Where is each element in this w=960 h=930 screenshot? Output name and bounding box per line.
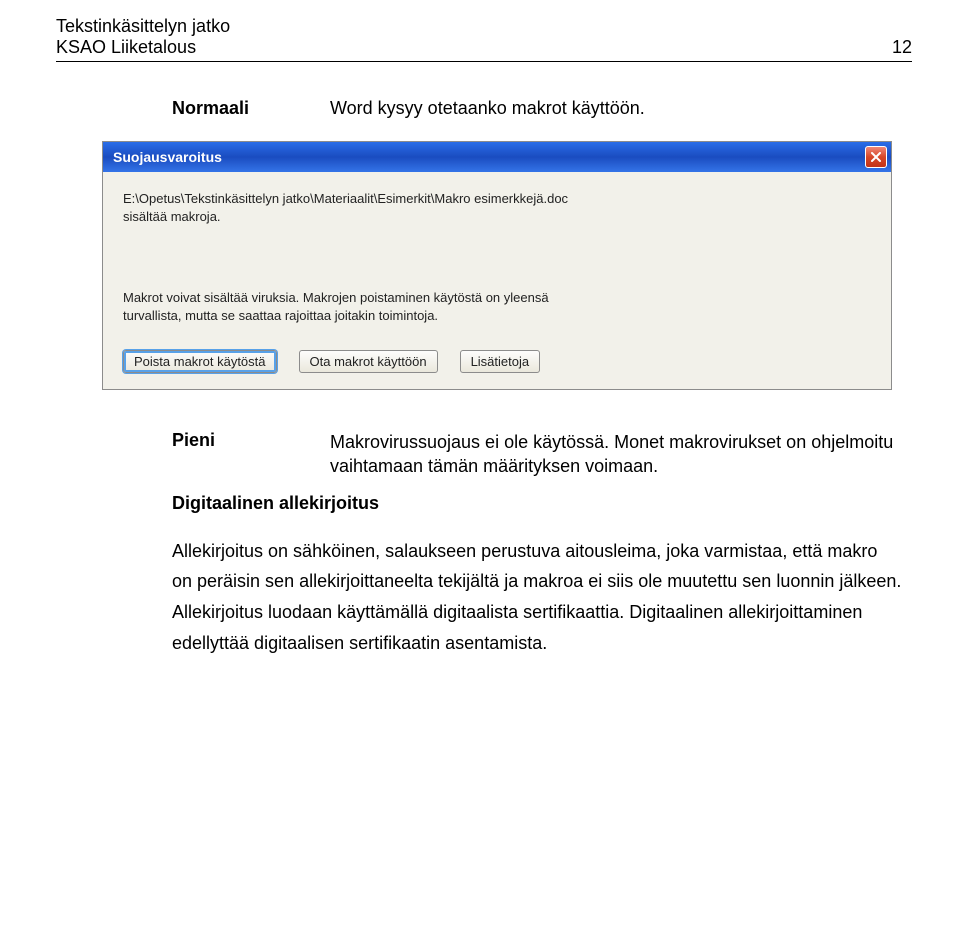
dialog-contains-text: sisältää makroja.	[123, 208, 871, 226]
label-normaali: Normaali	[172, 98, 282, 119]
close-icon	[871, 152, 881, 162]
paragraph-digital-signature: Allekirjoitus on sähköinen, salaukseen p…	[172, 536, 902, 658]
text-pieni: Makrovirussuojaus ei ole käytössä. Monet…	[330, 430, 912, 479]
dialog-titlebar: Suojausvaroitus	[103, 142, 891, 172]
subheading-digital-signature: Digitaalinen allekirjoitus	[172, 493, 912, 514]
page-number: 12	[892, 37, 912, 58]
dialog-title: Suojausvaroitus	[113, 149, 222, 165]
row-pieni: Pieni Makrovirussuojaus ei ole käytössä.…	[172, 430, 912, 479]
dialog-info-text-1: Makrot voivat sisältää viruksia. Makroje…	[123, 289, 871, 307]
doc-title-line2: KSAO Liiketalous	[56, 37, 196, 58]
security-warning-dialog: Suojausvaroitus E:\Opetus\Tekstinkäsitte…	[102, 141, 892, 390]
label-pieni: Pieni	[172, 430, 282, 451]
close-button[interactable]	[865, 146, 887, 168]
dialog-body: E:\Opetus\Tekstinkäsittelyn jatko\Materi…	[103, 172, 891, 389]
doc-title-line1: Tekstinkäsittelyn jatko	[56, 16, 912, 37]
dialog-button-row: Poista makrot käytöstä Ota makrot käyttö…	[123, 350, 871, 373]
row-normaali: Normaali Word kysyy otetaanko makrot käy…	[172, 98, 912, 119]
header-divider	[56, 61, 912, 62]
more-info-button[interactable]: Lisätietoja	[460, 350, 541, 373]
dialog-path-text: E:\Opetus\Tekstinkäsittelyn jatko\Materi…	[123, 190, 871, 208]
page: Tekstinkäsittelyn jatko KSAO Liiketalous…	[0, 0, 960, 682]
text-normaali: Word kysyy otetaanko makrot käyttöön.	[330, 98, 645, 119]
dialog-info-text-2: turvallista, mutta se saattaa rajoittaa …	[123, 307, 871, 325]
enable-macros-button[interactable]: Ota makrot käyttöön	[299, 350, 438, 373]
disable-macros-button[interactable]: Poista makrot käytöstä	[123, 350, 277, 373]
